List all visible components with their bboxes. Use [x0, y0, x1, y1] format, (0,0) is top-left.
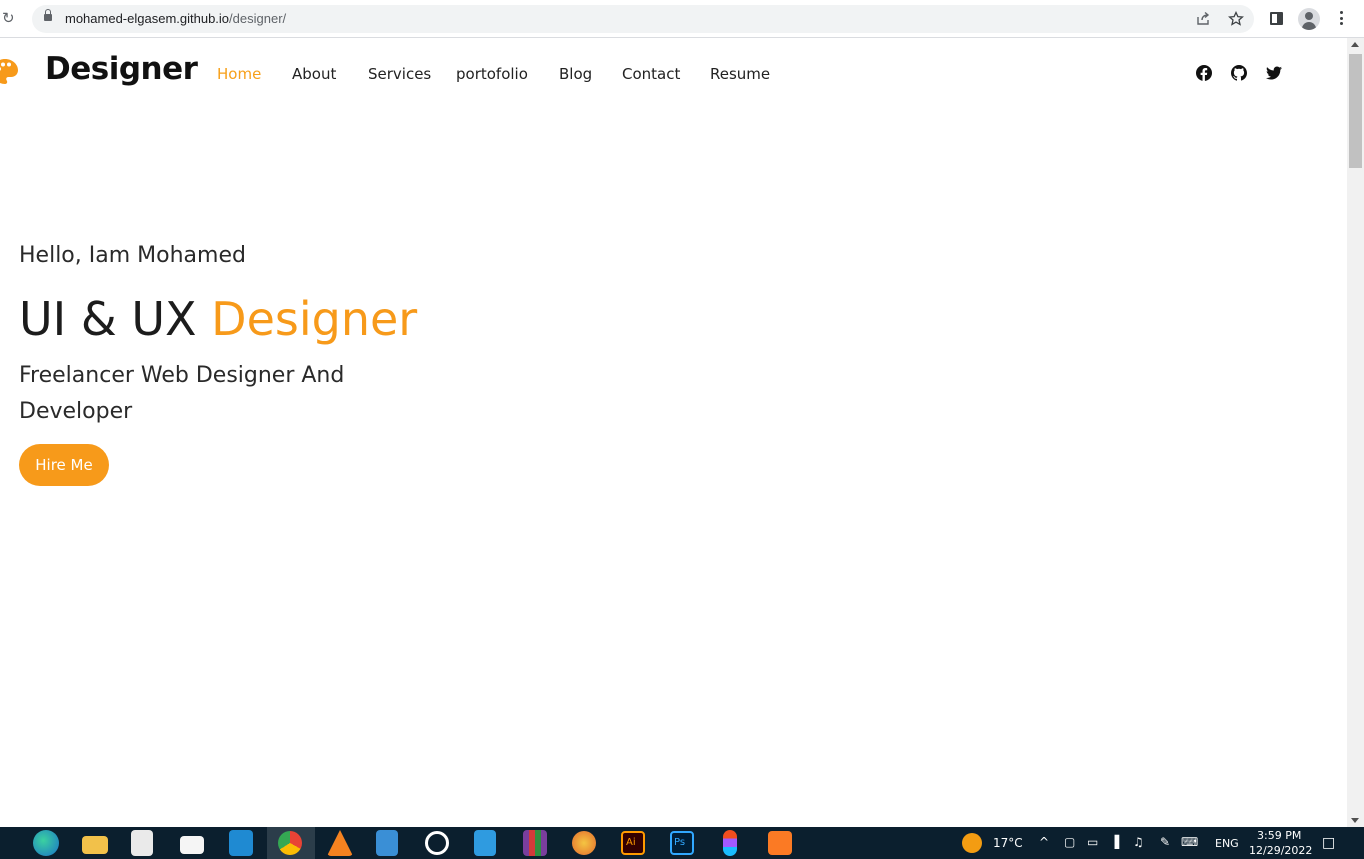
share-icon[interactable] [1195, 11, 1211, 27]
lock-icon[interactable] [44, 9, 52, 22]
hero-subtitle: Freelancer Web Designer And Developer [19, 363, 345, 424]
windows-taskbar: Ai Ps 17°C ^ ▢ ▭ ▐ ♫ ✎ ⌨ ENG 3:59 PM 12/… [0, 827, 1364, 859]
nav-services[interactable]: Services [368, 65, 431, 83]
page-scrollbar[interactable] [1347, 38, 1364, 827]
hero-greeting: Hello, Iam Mohamed [19, 243, 246, 268]
xampp-icon[interactable] [768, 831, 792, 855]
twitter-icon[interactable] [1266, 65, 1282, 81]
store-icon[interactable] [131, 830, 153, 856]
battery-icon[interactable]: ▭ [1087, 835, 1098, 849]
url-path: /designer/ [229, 11, 287, 26]
edge-icon[interactable] [33, 830, 59, 856]
network-icon[interactable]: ▐ [1110, 835, 1119, 849]
notification-icon[interactable]: □ [1322, 835, 1335, 851]
paint-icon[interactable] [572, 831, 596, 855]
headline-main: UI & UX [19, 292, 197, 346]
nav-about[interactable]: About [292, 65, 336, 83]
illustrator-icon[interactable]: Ai [621, 831, 645, 855]
vlc-icon[interactable] [327, 830, 353, 856]
nav-contact[interactable]: Contact [622, 65, 680, 83]
profile-avatar-icon[interactable] [1298, 8, 1320, 30]
scroll-up-arrow-icon[interactable] [1351, 42, 1359, 47]
media-app-icon[interactable] [425, 831, 449, 855]
clock-time[interactable]: 3:59 PM [1257, 829, 1301, 842]
url-text[interactable]: mohamed-elgasem.github.io/designer/ [65, 11, 286, 26]
palette-logo-icon [0, 59, 18, 84]
scroll-thumb[interactable] [1349, 54, 1362, 168]
weather-sun-icon[interactable] [962, 833, 982, 853]
notes-app-icon[interactable] [376, 830, 398, 856]
browser-toolbar: ↻ mohamed-elgasem.github.io/designer/ [0, 0, 1364, 38]
photoshop-icon[interactable]: Ps [670, 831, 694, 855]
bookmark-star-icon[interactable] [1228, 10, 1244, 27]
reload-icon[interactable]: ↻ [2, 10, 18, 26]
browser-menu-icon[interactable] [1340, 11, 1344, 27]
nav-blog[interactable]: Blog [559, 65, 592, 83]
weather-temperature[interactable]: 17°C [993, 836, 1023, 850]
clock-date[interactable]: 12/29/2022 [1249, 844, 1312, 857]
winrar-icon[interactable] [523, 830, 547, 856]
meet-icon[interactable]: ▢ [1064, 835, 1075, 849]
video-app-icon[interactable] [474, 830, 496, 856]
nav-home[interactable]: Home [217, 65, 261, 83]
keyboard-icon[interactable]: ⌨ [1181, 835, 1198, 849]
url-host: mohamed-elgasem.github.io [65, 11, 230, 26]
pen-icon[interactable]: ✎ [1160, 835, 1170, 849]
tray-chevron-icon[interactable]: ^ [1039, 835, 1049, 849]
address-bar[interactable]: mohamed-elgasem.github.io/designer/ [32, 5, 1254, 33]
mail-icon[interactable] [180, 836, 204, 854]
volume-icon[interactable]: ♫ [1133, 835, 1144, 849]
file-explorer-icon[interactable] [82, 836, 108, 854]
site-logo[interactable]: Designer [45, 51, 198, 87]
headline-accent: Designer [211, 292, 418, 346]
input-language[interactable]: ENG [1215, 837, 1239, 850]
side-panel-icon[interactable] [1270, 12, 1283, 25]
page-viewport: Designer Home About Services portofolio … [0, 38, 1347, 827]
figma-icon[interactable] [723, 830, 737, 856]
nav-portfolio[interactable]: portofolio [456, 65, 528, 83]
facebook-icon[interactable] [1196, 65, 1212, 81]
nav-resume[interactable]: Resume [710, 65, 770, 83]
github-icon[interactable] [1231, 65, 1247, 81]
hire-me-button[interactable]: Hire Me [19, 444, 109, 486]
chrome-icon[interactable] [278, 831, 302, 855]
scroll-down-arrow-icon[interactable] [1351, 818, 1359, 823]
vscode-icon[interactable] [229, 830, 253, 856]
hero-headline: UI & UX Designer [19, 292, 417, 346]
